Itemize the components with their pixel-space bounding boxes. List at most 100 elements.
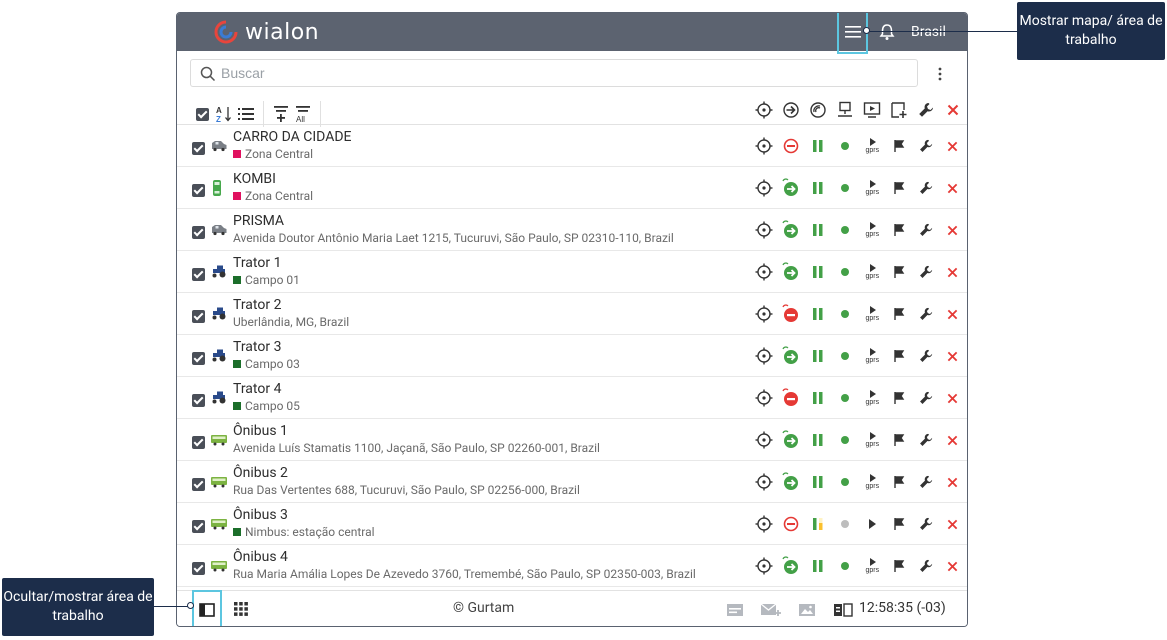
motion-state-indicator[interactable] [778, 134, 805, 158]
unit-properties-button[interactable] [912, 554, 939, 578]
unit-checkbox[interactable] [192, 560, 205, 579]
connection-status-indicator[interactable] [832, 428, 859, 452]
connection-status-indicator[interactable] [832, 470, 859, 494]
remove-unit-button[interactable] [939, 512, 966, 536]
remove-unit-button[interactable] [939, 386, 966, 410]
motion-state-indicator[interactable] [778, 470, 805, 494]
locate-unit-button[interactable] [751, 470, 778, 494]
unit-checkbox[interactable] [192, 434, 205, 453]
remove-unit-button[interactable] [939, 260, 966, 284]
unit-checkbox[interactable] [192, 476, 205, 495]
unit-properties-button[interactable] [912, 344, 939, 368]
unit-row[interactable]: Ônibus 1 Avenida Luís Stamatis 1100, Jaça… [177, 419, 967, 461]
unit-name[interactable]: Ônibus 4 [233, 549, 288, 565]
connection-status-indicator[interactable] [832, 260, 859, 284]
send-command-button[interactable]: gprs [859, 386, 886, 410]
connection-status-indicator[interactable] [832, 386, 859, 410]
unit-name[interactable]: PRISMA [233, 213, 284, 229]
connection-status-indicator[interactable] [832, 218, 859, 242]
create-event-button[interactable] [885, 134, 912, 158]
unit-row[interactable]: Ônibus 2 Rua Das Vertentes 688, Tucuruvi,… [177, 461, 967, 503]
list-view-button[interactable] [235, 104, 257, 124]
unit-checkbox[interactable] [192, 308, 205, 327]
remove-unit-button[interactable] [939, 176, 966, 200]
connection-status-indicator[interactable] [832, 176, 859, 200]
toggle-workspace-button[interactable] [192, 590, 222, 626]
send-command-button[interactable]: gprs [859, 260, 886, 284]
unit-name[interactable]: Trator 4 [233, 381, 281, 397]
unit-checkbox[interactable] [192, 266, 205, 285]
notification-icon[interactable] [878, 23, 896, 41]
unit-checkbox[interactable] [192, 518, 205, 537]
locate-unit-button[interactable] [751, 176, 778, 200]
ignition-sensor-indicator[interactable] [805, 260, 832, 284]
create-event-button[interactable] [885, 302, 912, 326]
unit-name[interactable]: Ônibus 1 [233, 423, 288, 439]
gallery-button[interactable] [789, 601, 825, 619]
connection-status-indicator[interactable] [832, 134, 859, 158]
locate-unit-button[interactable] [751, 428, 778, 452]
locate-unit-button[interactable] [751, 344, 778, 368]
create-event-button[interactable] [885, 260, 912, 284]
send-command-button[interactable]: gprs [859, 344, 886, 368]
ignition-sensor-indicator[interactable] [805, 176, 832, 200]
unit-checkbox[interactable] [192, 350, 205, 369]
remove-unit-button[interactable] [939, 134, 966, 158]
connection-status-indicator[interactable] [832, 302, 859, 326]
send-command-button[interactable]: gprs [859, 218, 886, 242]
unit-row[interactable]: Trator 4 Campo 05 gprs [177, 377, 967, 419]
wialon-logo[interactable]: wialon [213, 19, 319, 45]
locate-unit-button[interactable] [751, 134, 778, 158]
unit-row[interactable]: Trator 2 Uberlândia, MG, Brazil gprs [177, 293, 967, 335]
connection-status-indicator[interactable] [832, 512, 859, 536]
ignition-sensor-indicator[interactable] [805, 134, 832, 158]
locate-unit-button[interactable] [751, 218, 778, 242]
locate-unit-button[interactable] [751, 386, 778, 410]
select-all-checkbox[interactable] [191, 104, 213, 124]
locate-unit-button[interactable] [751, 302, 778, 326]
connection-status-indicator[interactable] [832, 554, 859, 578]
unit-checkbox[interactable] [192, 182, 205, 201]
unit-checkbox[interactable] [192, 392, 205, 411]
send-command-button[interactable]: gprs [859, 470, 886, 494]
ignition-sensor-indicator[interactable] [805, 302, 832, 326]
create-event-button[interactable] [885, 470, 912, 494]
motion-state-indicator[interactable] [778, 260, 805, 284]
unit-checkbox[interactable] [192, 140, 205, 159]
events-button[interactable] [717, 601, 753, 619]
create-event-button[interactable] [885, 386, 912, 410]
unit-name[interactable]: Trator 2 [233, 297, 281, 313]
unit-row[interactable]: CARRO DA CIDADE Zona Central gprs [177, 125, 967, 167]
unit-name[interactable]: Ônibus 2 [233, 465, 288, 481]
unit-row[interactable]: Ônibus 3 Nimbus: estação central [177, 503, 967, 545]
unit-properties-button[interactable] [912, 134, 939, 158]
motion-state-indicator[interactable] [778, 218, 805, 242]
add-units-button[interactable] [270, 104, 292, 124]
remove-unit-button[interactable] [939, 218, 966, 242]
message-column-header[interactable] [885, 100, 912, 120]
sensor-column-header[interactable] [832, 100, 859, 120]
unit-properties-button[interactable] [912, 218, 939, 242]
send-command-button[interactable] [859, 512, 886, 536]
create-event-button[interactable] [885, 512, 912, 536]
create-event-button[interactable] [885, 428, 912, 452]
create-event-button[interactable] [885, 218, 912, 242]
commands-column-header[interactable] [859, 100, 886, 120]
unit-properties-button[interactable] [912, 176, 939, 200]
remove-unit-button[interactable] [939, 344, 966, 368]
unit-properties-button[interactable] [912, 260, 939, 284]
unit-checkbox[interactable] [192, 224, 205, 243]
send-command-button[interactable]: gprs [859, 176, 886, 200]
unit-name[interactable]: CARRO DA CIDADE [233, 129, 352, 145]
motion-state-indicator[interactable] [778, 176, 805, 200]
motion-state-indicator[interactable] [778, 512, 805, 536]
locate-unit-button[interactable] [751, 512, 778, 536]
motion-state-indicator[interactable] [778, 302, 805, 326]
unit-row[interactable]: Ônibus 4 Rua Maria Amália Lopes De Azeved… [177, 545, 967, 587]
unit-row[interactable]: PRISMA Avenida Doutor Antônio Maria Laet … [177, 209, 967, 251]
ignition-sensor-indicator[interactable] [805, 218, 832, 242]
ignition-sensor-indicator[interactable] [805, 470, 832, 494]
unit-row[interactable]: KOMBI Zona Central gprs [177, 167, 967, 209]
ignition-sensor-indicator[interactable] [805, 512, 832, 536]
connection-status-indicator[interactable] [832, 344, 859, 368]
